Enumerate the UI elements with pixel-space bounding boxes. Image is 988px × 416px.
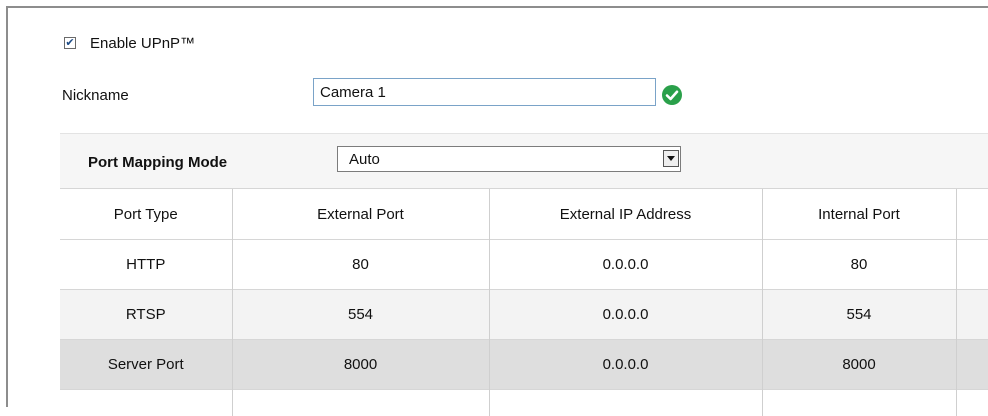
table-row[interactable]: [60, 390, 988, 416]
header-port-type: Port Type: [60, 189, 232, 240]
cell-external-ip: 0.0.0.0: [489, 340, 762, 390]
port-mapping-mode-value: Auto: [349, 151, 380, 168]
header-extra: [956, 189, 988, 240]
cell-external-port: [232, 390, 489, 416]
cell-internal-port: 554: [762, 290, 956, 340]
cell-internal-port: 8000: [762, 340, 956, 390]
port-mapping-mode-label: Port Mapping Mode: [88, 154, 227, 171]
header-external-ip-address: External IP Address: [489, 189, 762, 240]
port-mapping-mode-select[interactable]: Auto: [337, 146, 681, 172]
header-external-port: External Port: [232, 189, 489, 240]
cell-extra: [956, 290, 988, 340]
cell-port-type: HTTP: [60, 240, 232, 290]
cell-port-type: Server Port: [60, 340, 232, 390]
table-row[interactable]: Server Port 8000 0.0.0.0 8000: [60, 340, 988, 390]
check-circle-icon: [662, 85, 682, 105]
cell-extra: [956, 390, 988, 416]
cell-external-port: 80: [232, 240, 489, 290]
enable-upnp-checkbox[interactable]: ✔: [64, 37, 76, 49]
nickname-label: Nickname: [62, 87, 129, 104]
cell-extra: [956, 240, 988, 290]
enable-upnp-label: Enable UPnP™: [90, 35, 195, 52]
cell-port-type: RTSP: [60, 290, 232, 340]
cell-external-port: 8000: [232, 340, 489, 390]
nickname-input[interactable]: [313, 78, 656, 106]
dropdown-arrow-icon[interactable]: [663, 150, 679, 167]
cell-extra: [956, 340, 988, 390]
cell-internal-port: 80: [762, 240, 956, 290]
table-header-row: Port Type External Port External IP Addr…: [60, 189, 988, 240]
table-row[interactable]: HTTP 80 0.0.0.0 80: [60, 240, 988, 290]
table-row[interactable]: RTSP 554 0.0.0.0 554: [60, 290, 988, 340]
header-internal-port: Internal Port: [762, 189, 956, 240]
cell-external-ip: [489, 390, 762, 416]
cell-port-type: [60, 390, 232, 416]
port-mapping-table: Port Type External Port External IP Addr…: [60, 188, 988, 416]
cell-external-ip: 0.0.0.0: [489, 240, 762, 290]
cell-external-ip: 0.0.0.0: [489, 290, 762, 340]
enable-upnp-row[interactable]: ✔ Enable UPnP™: [64, 34, 195, 52]
cell-internal-port: [762, 390, 956, 416]
cell-external-port: 554: [232, 290, 489, 340]
